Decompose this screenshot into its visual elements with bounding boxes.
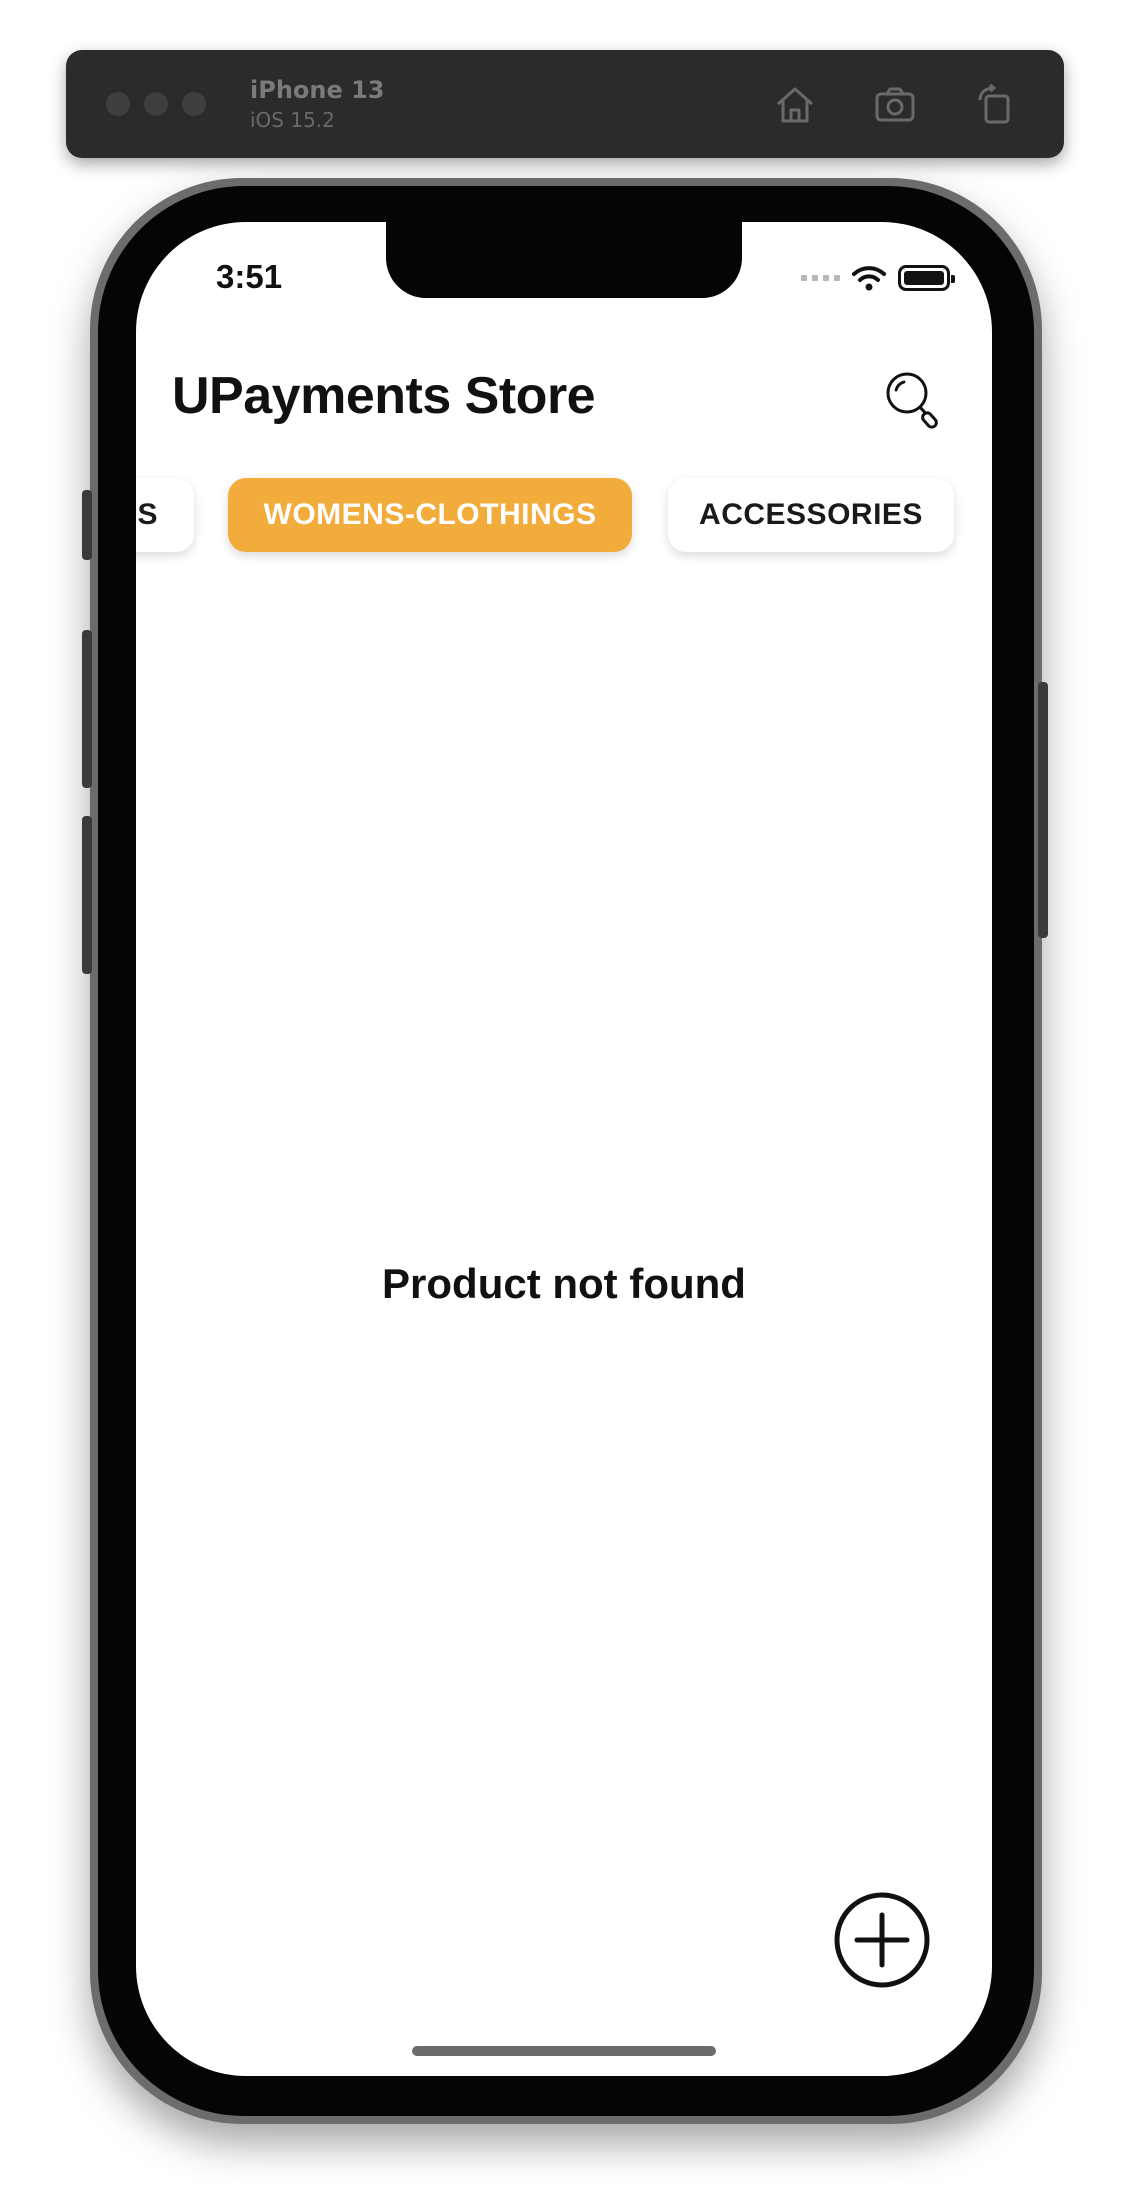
- status-indicators: [801, 264, 955, 292]
- volume-down-button: [82, 816, 92, 974]
- search-button[interactable]: [882, 368, 946, 432]
- notch: [386, 222, 742, 298]
- simulator-toolbar: iPhone 13 iOS 15.2: [66, 50, 1064, 158]
- wifi-icon: [852, 266, 886, 291]
- power-button: [1038, 682, 1048, 938]
- volume-up-button: [82, 630, 92, 788]
- category-chips[interactable]: S WOMENS-CLOTHINGS ACCESSORIES: [136, 478, 992, 554]
- category-chip-womens-clothings[interactable]: WOMENS-CLOTHINGS: [228, 478, 632, 552]
- silent-switch: [82, 490, 92, 560]
- device-name: iPhone 13: [250, 76, 385, 104]
- cellular-signal-icon: [801, 275, 840, 281]
- screenshot-icon[interactable]: [872, 82, 918, 128]
- app-screen: 3:51 UPayments Store S WOMENS-CLOTHINGS …: [136, 222, 992, 2076]
- home-icon[interactable]: [772, 82, 818, 128]
- window-controls: [106, 92, 206, 116]
- os-version: iOS 15.2: [250, 108, 335, 132]
- category-chip-accessories[interactable]: ACCESSORIES: [668, 478, 954, 552]
- add-product-button[interactable]: [832, 1890, 932, 1990]
- category-chip-label: S: [137, 498, 158, 531]
- category-chip-label: WOMENS-CLOTHINGS: [263, 498, 597, 531]
- battery-icon: [898, 265, 955, 291]
- empty-state-message: Product not found: [382, 1260, 746, 1307]
- plus-circle-icon: [834, 1892, 930, 1988]
- status-time: 3:51: [216, 258, 283, 295]
- page-title: UPayments Store: [172, 367, 596, 425]
- minimize-window-button[interactable]: [144, 92, 168, 116]
- simulator-window: iPhone 13 iOS 15.2 3:51 UPayments Store …: [0, 0, 1128, 2206]
- close-window-button[interactable]: [106, 92, 130, 116]
- rotate-icon[interactable]: [972, 82, 1018, 128]
- home-indicator[interactable]: [412, 2046, 716, 2056]
- category-chip-electronics[interactable]: S: [136, 478, 194, 552]
- search-icon: [886, 372, 938, 429]
- category-chip-label: ACCESSORIES: [699, 498, 923, 531]
- zoom-window-button[interactable]: [182, 92, 206, 116]
